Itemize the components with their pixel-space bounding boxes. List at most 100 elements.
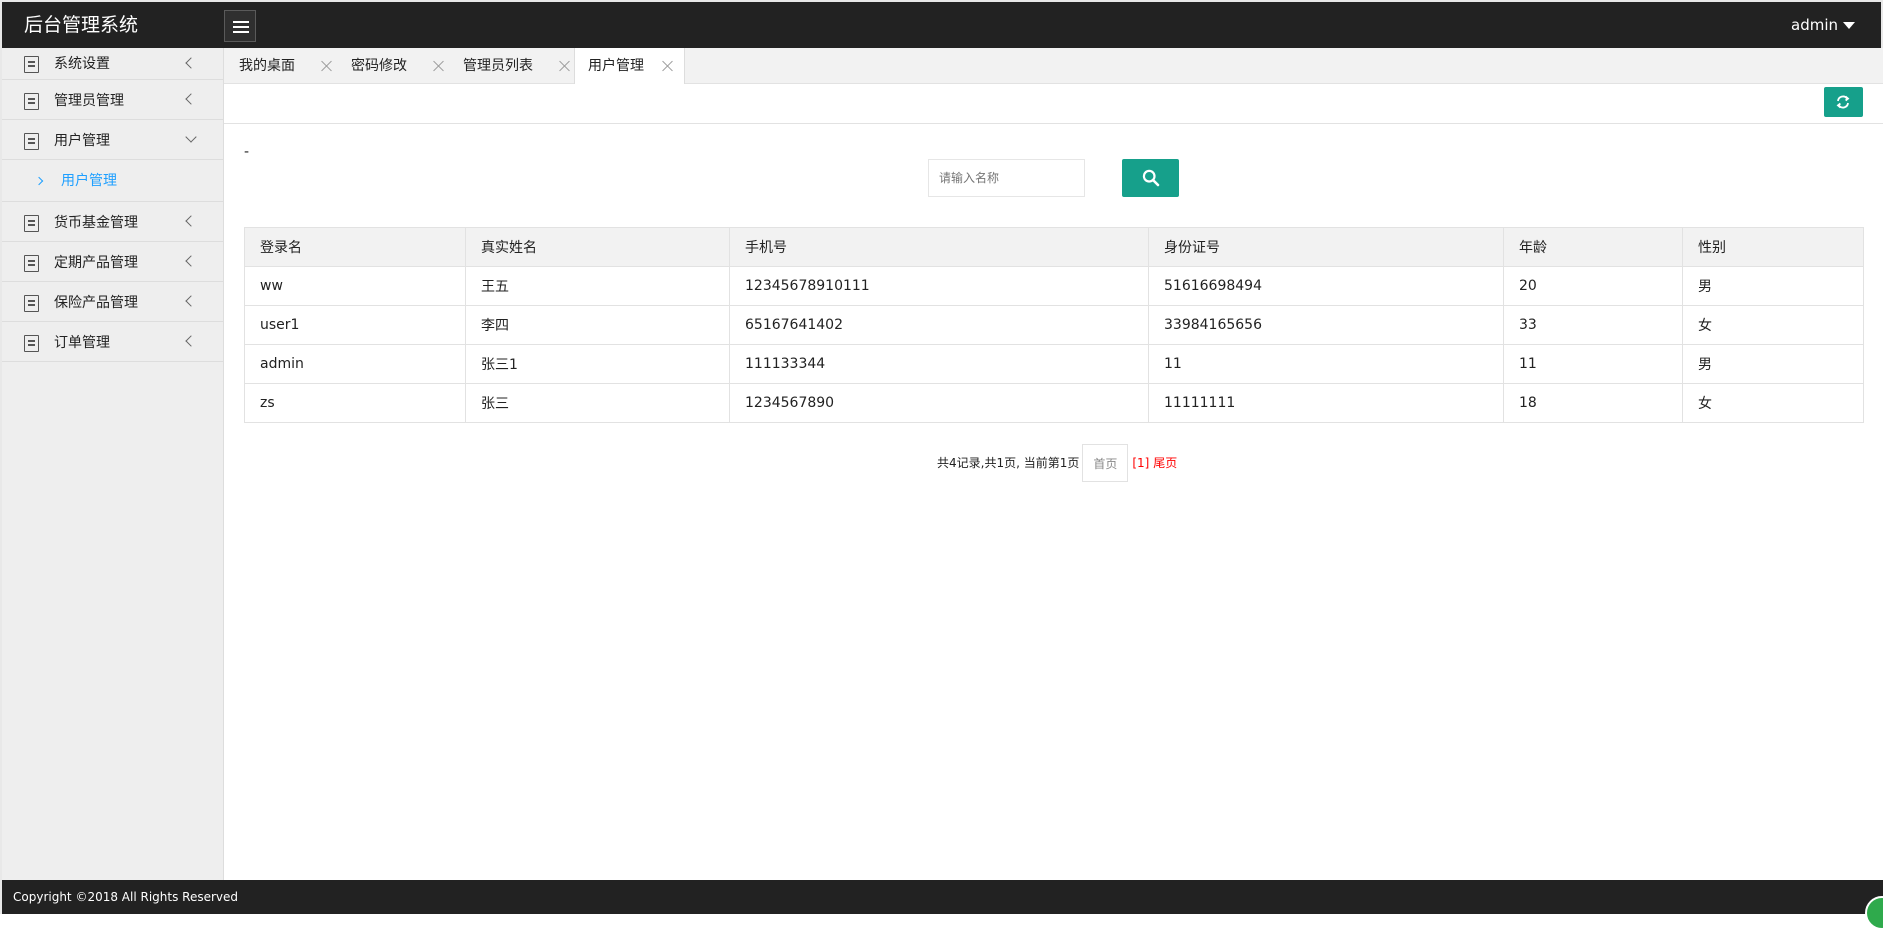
table-cell: 11 — [1148, 344, 1504, 384]
sidebar-item-money-fund[interactable]: 货币基金管理 — [2, 202, 223, 242]
chevron-left-icon — [185, 93, 197, 105]
table-cell: 111133344 — [729, 344, 1149, 384]
table-row: zs 张三 1234567890 11111111 18 女 — [244, 383, 1864, 423]
column-header: 登录名 — [244, 227, 466, 267]
table-cell: 李四 — [465, 305, 730, 345]
user-menu[interactable]: admin — [1791, 15, 1855, 35]
sidebar-item-label: 系统设置 — [54, 56, 110, 72]
refresh-button[interactable] — [1824, 87, 1863, 117]
table-cell: 11111111 — [1148, 383, 1504, 423]
close-icon[interactable] — [433, 60, 444, 71]
column-header: 手机号 — [729, 227, 1149, 267]
search-button[interactable] — [1122, 159, 1179, 197]
table-cell: 王五 — [465, 266, 730, 306]
tab-admin-list[interactable]: 管理员列表 — [463, 48, 573, 84]
copyright-text: Copyright ©2018 All Rights Reserved — [13, 890, 239, 904]
table-cell: 男 — [1682, 266, 1864, 306]
table-row: ww 王五 12345678910111 51616698494 20 男 — [244, 266, 1864, 306]
column-header: 性别 — [1682, 227, 1864, 267]
table-cell: 12345678910111 — [729, 266, 1149, 306]
footer: Copyright ©2018 All Rights Reserved — [0, 880, 1883, 930]
chevron-left-icon — [185, 335, 197, 347]
sidebar-subitem-user-management[interactable]: 用户管理 — [2, 160, 223, 202]
sidebar-item-label: 管理员管理 — [54, 93, 124, 109]
close-icon[interactable] — [662, 60, 673, 71]
main-content: - 登录名 真实姓名 手机号 身份证号 年龄 性别 ww 王五 12345678… — [224, 124, 1883, 880]
hamburger-icon[interactable] — [224, 10, 256, 42]
document-icon — [24, 93, 39, 110]
sidebar-subitem-label: 用户管理 — [61, 173, 117, 189]
close-icon[interactable] — [321, 60, 332, 71]
search-icon — [1142, 169, 1160, 187]
column-header: 年龄 — [1503, 227, 1683, 267]
app-title: 后台管理系统 — [24, 14, 139, 36]
sidebar-item-label: 用户管理 — [54, 133, 110, 149]
user-name: admin — [1791, 16, 1838, 34]
tab-label: 我的桌面 — [239, 58, 295, 74]
current-page-link[interactable]: [1] — [1132, 456, 1149, 470]
document-icon — [24, 56, 39, 73]
table-cell: 65167641402 — [729, 305, 1149, 345]
chevron-right-icon — [34, 176, 44, 186]
table-cell: admin — [244, 344, 466, 384]
top-navbar: 后台管理系统 admin — [0, 0, 1883, 48]
dash-text: - — [244, 144, 250, 160]
sidebar-item-label: 保险产品管理 — [54, 295, 138, 311]
chevron-left-icon — [185, 295, 197, 307]
table-cell: 33984165656 — [1148, 305, 1504, 345]
last-page-link[interactable]: 尾页 — [1153, 456, 1177, 470]
tab-label: 密码修改 — [351, 58, 407, 74]
sidebar-item-system-settings[interactable]: 系统设置 — [2, 48, 223, 80]
first-page-button[interactable]: 首页 — [1082, 444, 1129, 482]
table-cell: 张三 — [465, 383, 730, 423]
tab-label: 用户管理 — [588, 58, 644, 74]
sidebar-item-label: 定期产品管理 — [54, 255, 138, 271]
document-icon — [24, 335, 39, 352]
pagination: 共4记录,共1页, 当前第1页 首页 [1] 尾页 — [937, 444, 1177, 482]
user-table: 登录名 真实姓名 手机号 身份证号 年龄 性别 ww 王五 1234567891… — [244, 227, 1864, 423]
table-cell: 女 — [1682, 305, 1864, 345]
chat-icon[interactable] — [1865, 896, 1883, 930]
sidebar-item-label: 订单管理 — [54, 335, 110, 351]
table-cell: 51616698494 — [1148, 266, 1504, 306]
sidebar-item-order-management[interactable]: 订单管理 — [2, 322, 223, 362]
tab-my-desktop[interactable]: 我的桌面 — [239, 48, 334, 84]
table-cell: 张三1 — [465, 344, 730, 384]
table-cell: 20 — [1503, 266, 1683, 306]
content-toolbar — [224, 84, 1883, 124]
document-icon — [24, 295, 39, 312]
chevron-down-icon — [185, 131, 197, 143]
table-cell: 33 — [1503, 305, 1683, 345]
sidebar: 系统设置 管理员管理 用户管理 用户管理 货币基金管理 定期产品管理 保险产品管… — [0, 48, 224, 880]
tab-label: 管理员列表 — [463, 58, 533, 74]
table-row: admin 张三1 111133344 11 11 男 — [244, 344, 1864, 384]
table-cell: ww — [244, 266, 466, 306]
column-header: 真实姓名 — [465, 227, 730, 267]
refresh-icon — [1836, 95, 1850, 109]
table-cell: 女 — [1682, 383, 1864, 423]
table-cell: user1 — [244, 305, 466, 345]
table-cell: 18 — [1503, 383, 1683, 423]
pagination-summary: 共4记录,共1页, 当前第1页 — [937, 456, 1080, 470]
chevron-left-icon — [185, 255, 197, 267]
sidebar-item-user-management[interactable]: 用户管理 — [2, 120, 223, 160]
table-cell: 11 — [1503, 344, 1683, 384]
sidebar-item-insurance-product[interactable]: 保险产品管理 — [2, 282, 223, 322]
chevron-left-icon — [185, 57, 197, 69]
tab-password-change[interactable]: 密码修改 — [351, 48, 446, 84]
sidebar-item-admin-management[interactable]: 管理员管理 — [2, 80, 223, 120]
document-icon — [24, 255, 39, 272]
table-cell: 1234567890 — [729, 383, 1149, 423]
table-row: user1 李四 65167641402 33984165656 33 女 — [244, 305, 1864, 345]
tab-bar: 我的桌面 密码修改 管理员列表 用户管理 — [224, 48, 1883, 85]
table-cell: zs — [244, 383, 466, 423]
sidebar-item-label: 货币基金管理 — [54, 215, 138, 231]
caret-down-icon — [1843, 22, 1855, 29]
chevron-left-icon — [185, 215, 197, 227]
table-header-row: 登录名 真实姓名 手机号 身份证号 年龄 性别 — [244, 227, 1864, 267]
search-input[interactable] — [928, 159, 1085, 197]
document-icon — [24, 215, 39, 232]
sidebar-item-fixed-product[interactable]: 定期产品管理 — [2, 242, 223, 282]
tab-user-management[interactable]: 用户管理 — [574, 48, 685, 85]
close-icon[interactable] — [559, 60, 570, 71]
